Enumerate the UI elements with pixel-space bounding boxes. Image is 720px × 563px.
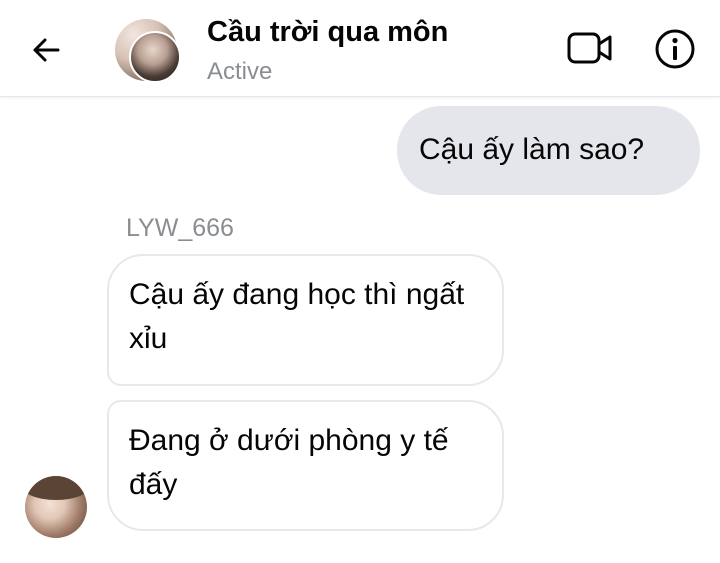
sender-avatar[interactable]: [25, 476, 87, 538]
info-icon: [655, 29, 695, 69]
contact-avatar[interactable]: [115, 19, 181, 83]
contact-status: Active: [207, 58, 273, 85]
message-incoming[interactable]: Đang ở dưới phòng y tế đấy: [107, 400, 504, 531]
chat-header: Cầu trời qua môn Active: [0, 0, 720, 97]
info-button[interactable]: [652, 26, 698, 72]
back-arrow-icon: [33, 38, 60, 62]
back-button[interactable]: [24, 28, 68, 72]
avatar-hair-shape: [25, 476, 87, 500]
group-avatar-front: [129, 31, 181, 83]
contact-name[interactable]: Cầu trời qua môn: [207, 16, 448, 49]
message-incoming[interactable]: Cậu ấy đang học thì ngất xỉu: [107, 254, 504, 386]
sender-name: LYW_666: [126, 214, 234, 242]
video-call-icon: [567, 32, 612, 64]
chat-screen: Cầu trời qua môn Active Cậu ấy làm sao? …: [0, 0, 720, 563]
message-outgoing[interactable]: Cậu ấy làm sao?: [397, 106, 700, 195]
video-call-button[interactable]: [566, 28, 614, 68]
